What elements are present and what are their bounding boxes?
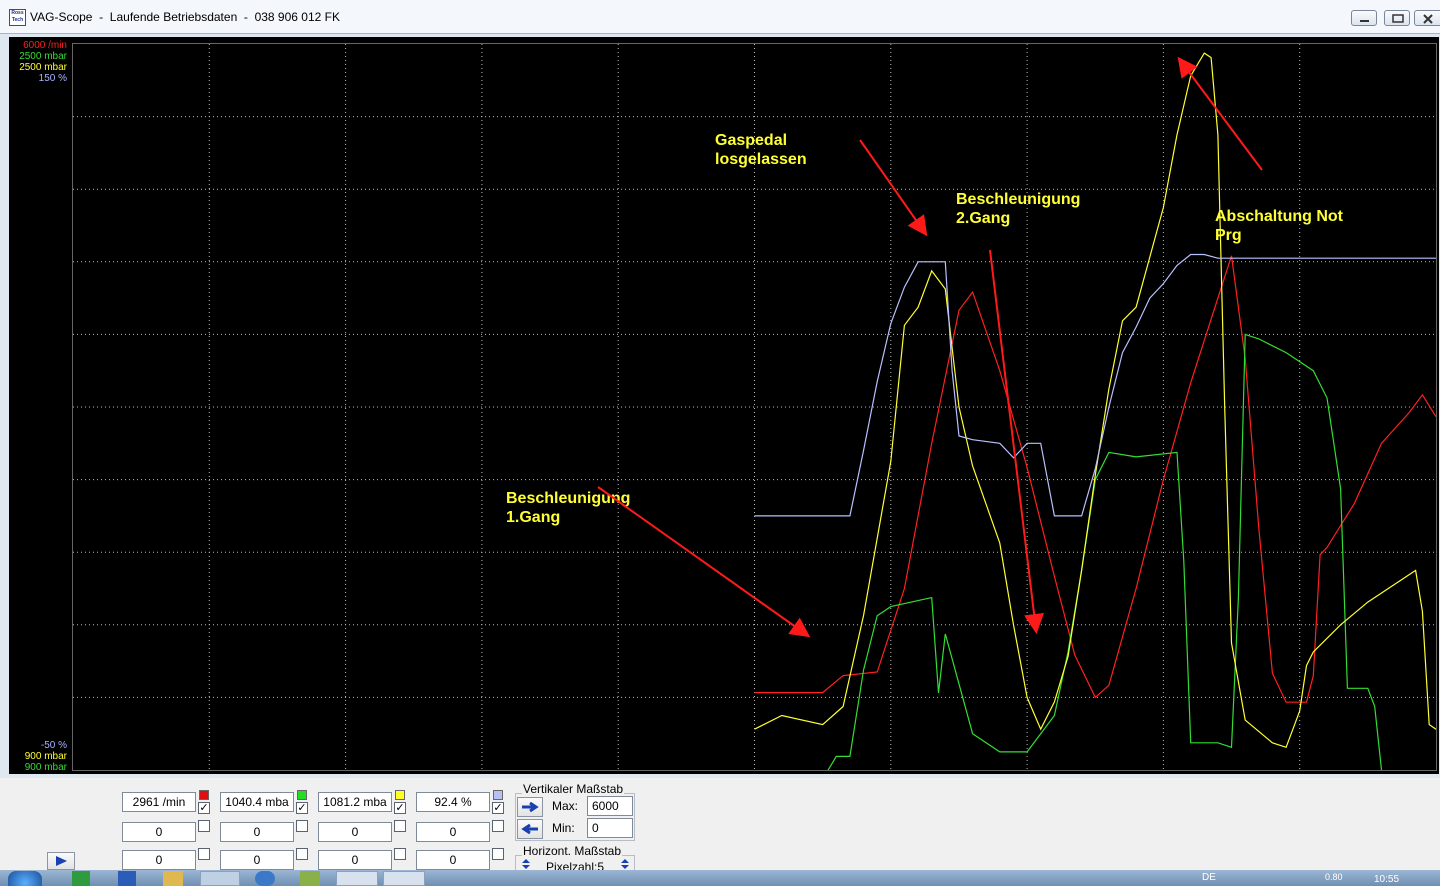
channel-color-swatch[interactable] [493, 790, 503, 800]
channel-checkbox[interactable]: ✓ [198, 802, 210, 814]
scale-up-button[interactable] [517, 797, 543, 817]
channel-value-field[interactable]: 1081.2 mba [318, 792, 392, 812]
channel-value-field[interactable]: 92.4 % [416, 792, 490, 812]
annotation-arrows [597, 56, 1263, 638]
arrow-left-icon [521, 823, 538, 835]
taskbar: DE 0.80 10:55 [0, 870, 1440, 886]
channel-checkbox[interactable] [296, 848, 308, 860]
min-input[interactable]: 0 [587, 818, 633, 838]
channel-value-field[interactable]: 0 [416, 822, 490, 842]
play-button[interactable] [47, 852, 75, 870]
folder-icon[interactable] [163, 871, 183, 886]
channel-color-swatch[interactable] [297, 790, 307, 800]
max-label: Max: [552, 799, 579, 813]
vagscope-task-icon[interactable] [336, 871, 378, 886]
channel-value-field[interactable]: 0 [318, 850, 392, 870]
channel-value-field[interactable]: 0 [318, 822, 392, 842]
channel-value-field[interactable]: 2961 /min [122, 792, 196, 812]
word-icon[interactable] [118, 871, 136, 886]
channel-checkbox[interactable] [198, 820, 210, 832]
control-panel: 2961 /min ✓ 1040.4 mba ✓ 1081.2 mba ✓ 92.4 % ✓ 0… [0, 778, 1440, 875]
channel-checkbox[interactable] [296, 820, 308, 832]
channel-checkbox[interactable] [492, 820, 504, 832]
ie-icon[interactable] [255, 871, 275, 886]
browser-icon[interactable] [200, 871, 240, 886]
scale-down-button[interactable] [517, 819, 543, 839]
arrow-gaspedal [859, 139, 928, 237]
channel-checkbox[interactable] [394, 820, 406, 832]
zoom-indicator: 0.80 [1325, 872, 1343, 882]
vertical-scale-title: Vertikaler Maßstab [522, 782, 625, 796]
channel-value-field[interactable]: 0 [220, 850, 294, 870]
spinner-icon[interactable] [520, 858, 532, 870]
vcds-task-icon[interactable] [383, 871, 425, 886]
horizontal-scale-title: Horizont. Maßstab [522, 844, 623, 858]
channel-value-field[interactable]: 0 [122, 822, 196, 842]
channel-checkbox[interactable]: ✓ [492, 802, 504, 814]
min-label: Min: [552, 821, 575, 835]
channel-value-field[interactable]: 0 [122, 850, 196, 870]
channel-value-field[interactable]: 0 [220, 822, 294, 842]
channel-checkbox[interactable] [394, 848, 406, 860]
app-icon-generic[interactable] [300, 871, 320, 886]
arrow-beschleunigung-1gang [597, 486, 811, 638]
arrow-right-icon [522, 801, 539, 813]
channel-checkbox[interactable] [198, 848, 210, 860]
arrow-abschaltung [1177, 56, 1263, 171]
pixel-spinner-icon[interactable] [619, 858, 631, 870]
channel-checkbox[interactable] [492, 848, 504, 860]
language-indicator[interactable]: DE [1202, 872, 1216, 883]
channel-color-swatch[interactable] [199, 790, 209, 800]
max-input[interactable]: 6000 [587, 796, 633, 816]
channel-checkbox[interactable]: ✓ [394, 802, 406, 814]
channel-value-field[interactable]: 1040.4 mba [220, 792, 294, 812]
channel-value-field[interactable]: 0 [416, 850, 490, 870]
channel-color-swatch[interactable] [395, 790, 405, 800]
excel-icon[interactable] [72, 871, 90, 886]
clock: 10:55 [1374, 874, 1400, 885]
arrow-beschleunigung-2gang [989, 249, 1045, 634]
start-button[interactable] [8, 871, 42, 886]
play-icon [56, 856, 67, 866]
channel-checkbox[interactable]: ✓ [296, 802, 308, 814]
